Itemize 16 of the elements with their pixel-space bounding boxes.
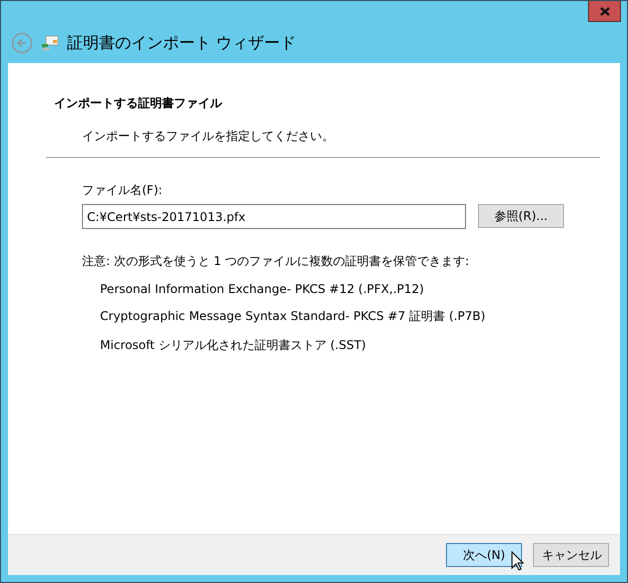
- certificate-icon: [41, 35, 59, 51]
- format-item: Cryptographic Message Syntax Standard- PKCS #7 証明書 (.P7B): [100, 308, 486, 325]
- close-icon: [600, 6, 610, 16]
- dialog-button[interactable]: 次へ(N): [446, 543, 522, 567]
- page-subtitle: インポートするファイルを指定してください。: [82, 128, 335, 145]
- field-label: ファイル名(F):: [82, 182, 164, 199]
- window-title: 証明書のインポート ウィザード: [67, 32, 296, 54]
- format-item: Personal Information Exchange- PKCS #12 (.PFX,.P12): [100, 282, 425, 296]
- note-text: 注意: 次の形式を使うと 1 つのファイルに複数の証明書を保管できます:: [82, 253, 470, 270]
- page-heading: インポートする証明書ファイル: [54, 95, 224, 112]
- mouse-cursor-icon: [511, 551, 524, 571]
- format-item: Microsoft シリアル化された証明書ストア (.SST): [100, 337, 367, 354]
- file-name-field[interactable]: C:¥Cert¥sts-20171013.pfx: [82, 204, 466, 229]
- browse-button[interactable]: 参照(R)...: [478, 204, 564, 228]
- close-button[interactable]: [588, 1, 621, 22]
- dialog-button[interactable]: キャンセル: [533, 543, 609, 567]
